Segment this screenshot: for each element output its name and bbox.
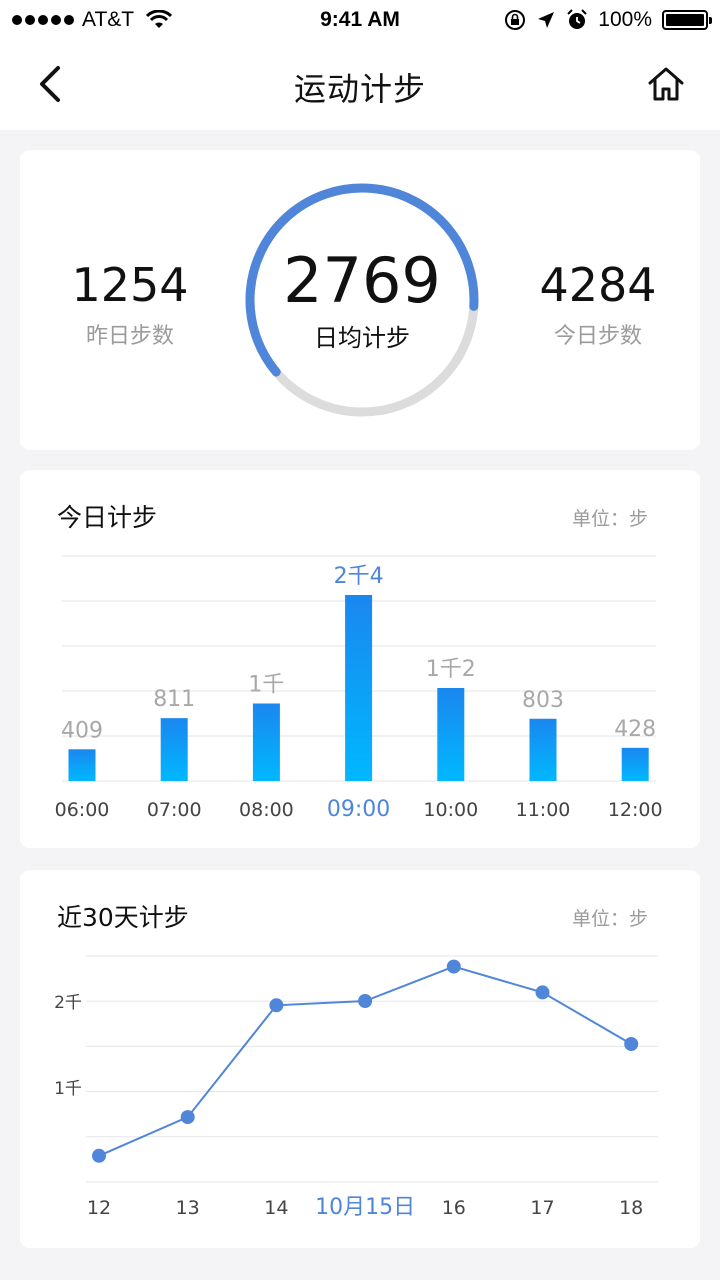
data-point[interactable]	[624, 1037, 639, 1051]
data-point[interactable]	[446, 959, 461, 974]
status-right: 100%	[504, 8, 712, 32]
nav-bar: 运动计步	[0, 40, 720, 130]
bar-value-label: 409	[61, 718, 103, 743]
x-tick-label: 16	[442, 1197, 466, 1219]
data-point[interactable]	[269, 998, 284, 1013]
x-tick-label: 13	[176, 1197, 200, 1219]
battery-percent: 100%	[598, 8, 652, 31]
month-chart-card: 近30天计步 单位：步 1千 2千 12 13 14 10月15日 16 17 18	[20, 870, 700, 1248]
x-tick-label: 10月15日	[315, 1195, 415, 1220]
data-point[interactable]	[180, 1110, 195, 1125]
today-steps-value: 4284	[539, 258, 657, 312]
summary-card: 1254 昨日步数 2769 日均计步 4284 今日步数	[20, 150, 700, 450]
status-bar: AT&T 9:41 AM 100%	[0, 0, 720, 40]
data-point[interactable]	[358, 994, 373, 1008]
x-tick-label: 08:00	[239, 799, 294, 821]
yesterday-stat: 1254 昨日步数	[30, 262, 230, 350]
bar-value-label: 811	[153, 687, 195, 712]
yesterday-steps-value: 1254	[71, 258, 189, 312]
x-tick-label: 12	[87, 1197, 111, 1219]
bar[interactable]	[68, 749, 96, 781]
x-tick-label: 11:00	[516, 799, 571, 821]
average-stat: 2769 日均计步	[242, 180, 482, 420]
yesterday-steps-label: 昨日步数	[85, 324, 174, 349]
y-tick-label: 1千	[54, 1079, 82, 1099]
x-tick-label: 18	[619, 1197, 643, 1219]
x-tick-label: 14	[264, 1197, 288, 1219]
x-tick-label: 10:00	[423, 799, 478, 821]
bar-value-label: 803	[522, 688, 564, 713]
bar-value-label: 1千2	[426, 657, 476, 682]
today-bar-chart: 409 06:00 811 07:00 1千 08:00 2千4 09:00 1千2 10:00 8…	[55, 555, 663, 822]
alarm-icon	[567, 9, 587, 29]
bar[interactable]	[437, 688, 465, 781]
bar-value-label: 1千	[248, 673, 284, 698]
data-point[interactable]	[535, 985, 550, 1000]
home-icon[interactable]	[646, 64, 686, 104]
bar-value-label: 428	[614, 717, 656, 742]
today-steps-label: 今日步数	[553, 324, 642, 349]
x-tick-label: 17	[530, 1197, 554, 1219]
bar[interactable]	[345, 595, 373, 781]
x-tick-label: 09:00	[327, 797, 390, 822]
bar[interactable]	[529, 718, 557, 781]
bar[interactable]	[621, 747, 649, 781]
x-tick-label: 12:00	[608, 799, 663, 821]
battery-icon	[662, 10, 712, 30]
today-stat: 4284 今日步数	[498, 262, 698, 350]
bar-value-label: 2千4	[334, 564, 384, 589]
bar[interactable]	[252, 703, 280, 782]
average-steps-value: 2769	[283, 244, 441, 317]
x-tick-label: 06:00	[55, 799, 110, 821]
data-point[interactable]	[92, 1148, 106, 1163]
page-title: 运动计步	[293, 70, 426, 108]
month-line-chart: 1千 2千 12 13 14 10月15日 16 17 18	[54, 955, 658, 1220]
x-tick-label: 07:00	[147, 799, 202, 821]
location-icon	[538, 12, 555, 28]
average-steps-label: 日均计步	[314, 324, 410, 352]
bar[interactable]	[160, 718, 188, 781]
today-chart-card: 今日计步 单位：步 409 06:00 811 07:00 1千 08:00 2千4 09:0…	[20, 470, 700, 848]
rotation-lock-icon	[505, 10, 526, 30]
y-tick-label: 2千	[54, 993, 82, 1013]
